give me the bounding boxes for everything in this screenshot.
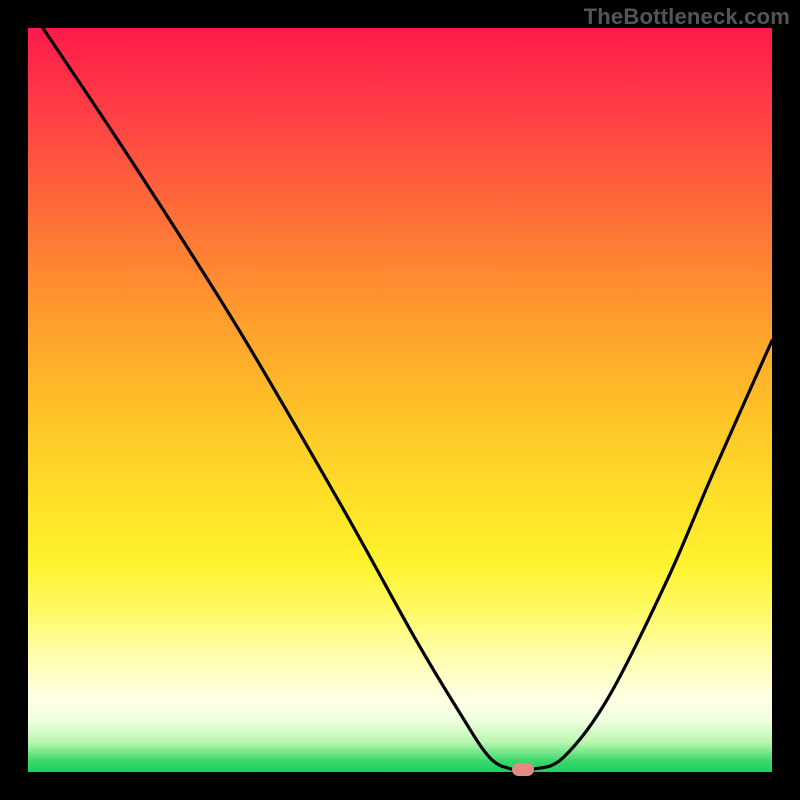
chart-frame: TheBottleneck.com [0,0,800,800]
bottleneck-curve [28,28,772,772]
optimum-marker [512,763,534,776]
plot-area [28,28,772,772]
curve-path [43,28,772,771]
watermark-text: TheBottleneck.com [584,4,790,30]
